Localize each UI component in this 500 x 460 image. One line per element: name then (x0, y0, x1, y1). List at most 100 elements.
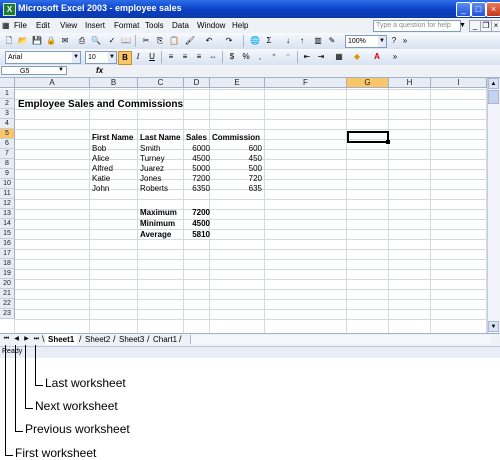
row-header-8[interactable]: 8 (0, 159, 15, 169)
header-sales[interactable]: Sales (186, 132, 207, 143)
sheet-title-cell[interactable]: Employee Sales and Commissions (18, 99, 183, 110)
tab-sheet1[interactable]: Sheet1 (45, 334, 78, 345)
email-icon[interactable]: ✉ (59, 35, 71, 47)
paste-icon[interactable]: 📋 (168, 35, 180, 47)
chevron-down-icon[interactable]: ▼ (108, 52, 116, 63)
undo-icon[interactable]: ↶ (203, 35, 215, 47)
cell-sales[interactable]: 6350 (186, 183, 210, 194)
decrease-decimal-icon[interactable]: ⁻ (282, 51, 294, 63)
permission-icon[interactable]: 🔒 (45, 35, 57, 47)
drawing-icon[interactable]: ✎ (326, 35, 338, 47)
row-header-12[interactable]: 12 (0, 199, 15, 209)
print-icon[interactable]: ⎙ (76, 35, 88, 47)
toolbar-options-icon[interactable]: » (401, 35, 409, 47)
menu-icon[interactable]: ▦ (2, 21, 10, 30)
align-center-icon[interactable]: ≡ (179, 51, 191, 63)
menu-data[interactable]: Data (172, 21, 189, 30)
format-painter-icon[interactable]: 🖌 (184, 35, 196, 47)
row-header-18[interactable]: 18 (0, 259, 15, 269)
row-header-5[interactable]: 5 (0, 129, 15, 139)
value-minimum[interactable]: 4500 (186, 218, 210, 229)
menu-insert[interactable]: Insert (85, 21, 105, 30)
row-header-2[interactable]: 2 (0, 99, 15, 109)
spelling-icon[interactable]: ✓ (106, 35, 118, 47)
label-minimum[interactable]: Minimum (140, 218, 175, 229)
row-header-1[interactable]: 1 (0, 89, 15, 99)
row-header-14[interactable]: 14 (0, 219, 15, 229)
header-commission[interactable]: Commission (212, 132, 260, 143)
bold-button[interactable]: B (118, 51, 132, 65)
value-maximum[interactable]: 7200 (186, 207, 210, 218)
row-header-9[interactable]: 9 (0, 169, 15, 179)
worksheet-grid[interactable]: ABCDEFGHI 1 2 3 4 5 6 7 8 9 10 11 12 13 14 15 16 17 18 19 2… (0, 78, 487, 333)
row-header-10[interactable]: 10 (0, 179, 15, 189)
vertical-scrollbar[interactable]: ▲ ▼ (487, 78, 500, 333)
row-header-19[interactable]: 19 (0, 269, 15, 279)
fill-color-icon[interactable]: ◆ (351, 51, 363, 63)
sort-descending-icon[interactable]: ↑ (296, 35, 308, 47)
insert-function-icon[interactable]: fx (96, 66, 103, 75)
borders-icon[interactable]: ▦ (333, 51, 345, 63)
font-color-icon[interactable]: A (371, 51, 383, 63)
font-size-select[interactable]: 10 ▼ (85, 51, 117, 64)
chevron-down-icon[interactable]: ▼ (72, 52, 80, 63)
header-first-name[interactable]: First Name (92, 132, 133, 143)
column-header-c[interactable]: C (138, 78, 184, 88)
column-header-i[interactable]: I (431, 78, 487, 88)
scroll-up-icon[interactable]: ▲ (488, 78, 499, 89)
tab-sheet3[interactable]: Sheet3 (116, 334, 147, 345)
decrease-indent-icon[interactable]: ⇤ (301, 51, 313, 63)
column-header-g[interactable]: G (347, 78, 389, 88)
cell-commission[interactable]: 635 (212, 183, 262, 194)
help-search-input[interactable]: Type a question for help (373, 20, 461, 32)
row-header-21[interactable]: 21 (0, 289, 15, 299)
column-header-a[interactable]: A (15, 78, 90, 88)
help-icon[interactable]: ? (388, 35, 400, 47)
underline-button[interactable]: U (146, 51, 158, 63)
row-header-16[interactable]: 16 (0, 239, 15, 249)
currency-icon[interactable]: $ (226, 51, 238, 63)
percent-icon[interactable]: % (240, 51, 252, 63)
tab-chart1[interactable]: Chart1 (150, 334, 180, 345)
column-header-e[interactable]: E (210, 78, 265, 88)
align-left-icon[interactable]: ≡ (165, 51, 177, 63)
row-header-20[interactable]: 20 (0, 279, 15, 289)
scroll-thumb[interactable] (488, 90, 499, 104)
row-header-13[interactable]: 13 (0, 209, 15, 219)
save-icon[interactable]: 💾 (31, 35, 43, 47)
label-maximum[interactable]: Maximum (140, 207, 177, 218)
copy-icon[interactable]: ⎘ (154, 35, 166, 47)
open-icon[interactable]: 📂 (17, 35, 29, 47)
chart-wizard-icon[interactable]: ▥ (312, 35, 324, 47)
redo-icon[interactable]: ↷ (223, 35, 235, 47)
hyperlink-icon[interactable]: 🌐 (249, 35, 261, 47)
zoom-select[interactable]: 100% ▼ (345, 35, 387, 48)
menu-file[interactable]: File (14, 21, 27, 30)
cut-icon[interactable]: ✂ (140, 35, 152, 47)
value-average[interactable]: 5810 (186, 229, 210, 240)
row-header-11[interactable]: 11 (0, 189, 15, 199)
row-header-6[interactable]: 6 (0, 139, 15, 149)
cell-last-name[interactable]: Roberts (140, 183, 168, 194)
row-header-22[interactable]: 22 (0, 299, 15, 309)
new-icon[interactable]: 🗋 (3, 35, 15, 47)
italic-button[interactable]: I (132, 51, 144, 63)
print-preview-icon[interactable]: 🔍 (90, 35, 102, 47)
row-header-4[interactable]: 4 (0, 119, 15, 129)
row-header-7[interactable]: 7 (0, 149, 15, 159)
align-right-icon[interactable]: ≡ (193, 51, 205, 63)
scroll-down-icon[interactable]: ▼ (488, 321, 499, 332)
merge-center-icon[interactable]: ⇔ (207, 51, 219, 63)
toolbar-options-icon[interactable]: » (391, 51, 399, 63)
horizontal-scrollbar[interactable] (190, 335, 491, 344)
sort-ascending-icon[interactable]: ↓ (282, 35, 294, 47)
row-header-23[interactable]: 23 (0, 309, 15, 319)
select-all-button[interactable] (0, 78, 15, 88)
column-header-h[interactable]: H (389, 78, 431, 88)
column-header-b[interactable]: B (90, 78, 138, 88)
next-sheet-button[interactable]: ▶ (22, 335, 31, 344)
cell-first-name[interactable]: John (92, 183, 109, 194)
menu-window[interactable]: Window (197, 21, 225, 30)
font-select[interactable]: Arial ▼ (5, 51, 81, 64)
header-last-name[interactable]: Last Name (140, 132, 180, 143)
